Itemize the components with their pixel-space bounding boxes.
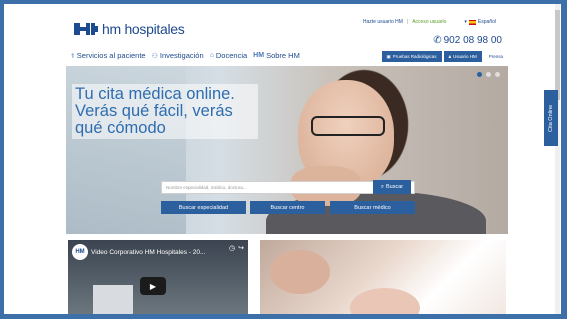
buscar-especialidad-button[interactable]: Buscar especialidad <box>161 201 246 214</box>
usuario-label: Usuario HM <box>452 54 477 59</box>
hm-logo-mark <box>74 23 98 35</box>
stethoscope-icon: ⚕ <box>71 52 75 60</box>
language-selector[interactable]: ▾ Español <box>464 19 496 25</box>
search-button[interactable]: ⌕ Buscar <box>373 180 411 194</box>
register-link[interactable]: Hazte usuario HM <box>363 19 403 25</box>
search-icon: ⌕ <box>380 183 384 190</box>
cita-online-tab[interactable]: Cita Online <box>544 90 558 146</box>
buscar-centro-button[interactable]: Buscar centro <box>250 201 325 214</box>
web-page: hm hospitales Hazte usuario HM | Acceso … <box>66 4 508 314</box>
pruebas-label: Pruebas Radiológicas <box>392 54 437 59</box>
radiology-icon: ▣ <box>386 53 391 59</box>
photo-mother <box>270 250 330 294</box>
carousel-dots <box>477 72 500 77</box>
login-link[interactable]: Acceso usuario <box>412 19 446 25</box>
link-separator: | <box>406 19 409 25</box>
phone-number[interactable]: ✆ 902 08 98 00 <box>433 35 502 46</box>
scrollbar-thumb[interactable] <box>555 10 560 100</box>
nav-label: Investigación <box>159 51 204 60</box>
carousel-dot[interactable] <box>486 72 491 77</box>
hero-photo-glasses <box>311 116 385 136</box>
video-player[interactable]: HM Video Corporativo HM Hospitales - 20.… <box>68 240 248 314</box>
video-thumbnail-microscope <box>93 285 133 314</box>
search-button-label: Buscar <box>385 184 404 190</box>
hm-logo[interactable]: hm hospitales <box>74 21 185 37</box>
hm-logo-icon: HM <box>253 52 265 59</box>
video-actions: ◷ ↪ <box>229 244 244 252</box>
buscar-medico-button[interactable]: Buscar médico <box>330 201 415 214</box>
nav-buttons: ▣ Pruebas Radiológicas 🔒︎ Usuario HM Pre… <box>381 51 508 62</box>
spain-flag-icon <box>468 19 476 25</box>
hero-headline: Tu cita médica online. Verás qué fácil, … <box>72 84 258 139</box>
language-label: Español <box>477 19 496 25</box>
mother-baby-photo <box>260 240 506 314</box>
nav-servicios[interactable]: ⚕ Servicios al paciente <box>71 51 146 60</box>
nav-label: Sobre HM <box>266 51 300 60</box>
video-header: HM Video Corporativo HM Hospitales - 20.… <box>72 244 205 260</box>
carousel-dot[interactable] <box>495 72 500 77</box>
photo-baby <box>350 288 420 314</box>
graduation-cap-icon: ⌂ <box>209 52 214 59</box>
carousel-dot[interactable] <box>477 72 482 77</box>
top-links: Hazte usuario HM | Acceso usuario ▾ Espa… <box>363 19 496 25</box>
nav-label: Servicios al paciente <box>76 51 146 60</box>
pruebas-button[interactable]: ▣ Pruebas Radiológicas <box>381 51 442 62</box>
clock-icon[interactable]: ◷ <box>229 244 235 252</box>
nav-sobre-hm[interactable]: HM Sobre HM <box>253 51 300 60</box>
play-button[interactable]: ▶ <box>140 277 166 295</box>
people-icon: ⚇ <box>151 52 158 60</box>
share-icon[interactable]: ↪ <box>238 244 244 252</box>
video-title[interactable]: Video Corporativo HM Hospitales - 20... <box>91 249 205 256</box>
channel-logo: HM <box>72 244 88 260</box>
phone-text: 902 08 98 00 <box>443 35 502 46</box>
nav-docencia[interactable]: ⌂ Docencia <box>210 51 248 60</box>
nav-label: Docencia <box>215 51 248 60</box>
phone-icon: ✆ <box>433 35 442 46</box>
prensa-button[interactable]: Prensa <box>483 51 508 62</box>
main-nav: ⚕ Servicios al paciente ⚇ Investigación … <box>71 51 300 60</box>
usuario-hm-button[interactable]: 🔒︎ Usuario HM <box>443 51 482 62</box>
chevron-down-icon: ▾ <box>464 19 467 25</box>
nav-investigacion[interactable]: ⚇ Investigación <box>152 51 204 60</box>
lock-icon: 🔒︎ <box>448 54 451 59</box>
brand-name: hm hospitales <box>102 21 185 37</box>
browser-frame: hm hospitales Hazte usuario HM | Acceso … <box>4 4 561 314</box>
